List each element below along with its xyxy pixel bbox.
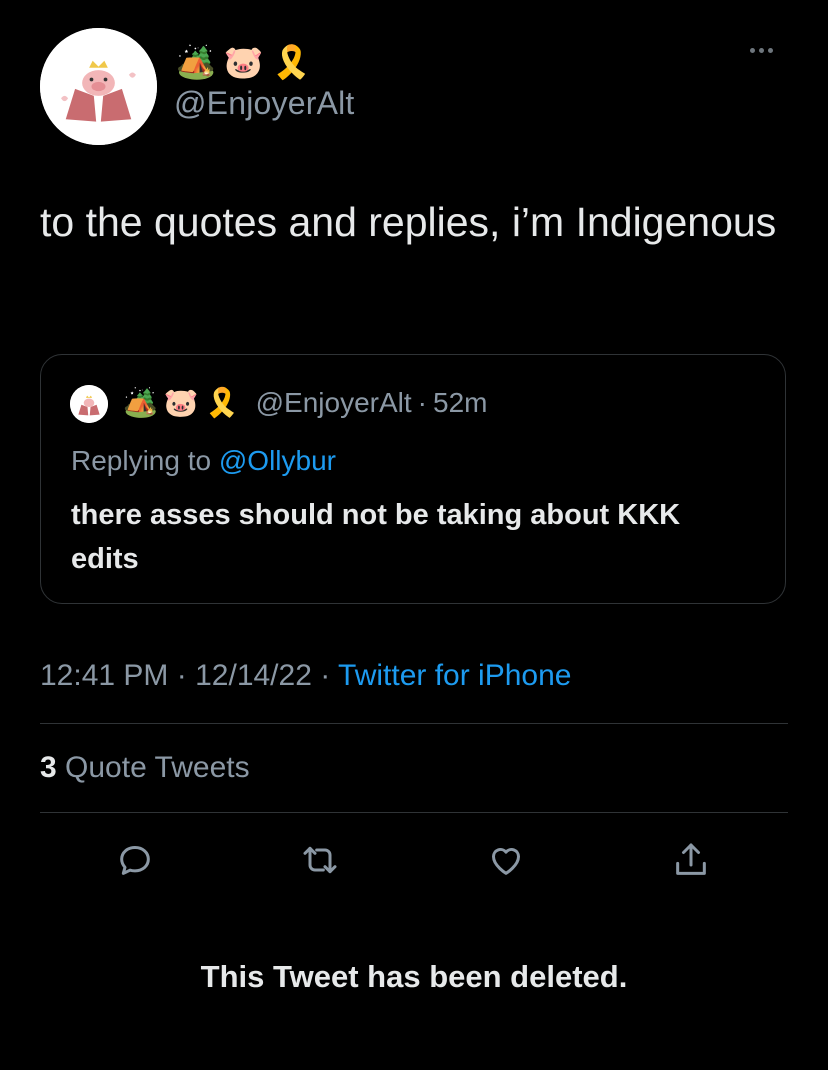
pig-avatar-image (40, 28, 157, 145)
quoted-separator: · (417, 387, 427, 418)
replying-to-line: Replying to @Ollybur (71, 441, 336, 481)
share-icon[interactable] (669, 838, 713, 882)
deleted-tweet-notice: This Tweet has been deleted. (200, 959, 628, 994)
tweet-time[interactable]: 12:41 PM (40, 659, 168, 692)
quote-tweets-stat[interactable]: 3 Quote Tweets (40, 746, 250, 790)
quoted-tweet-text: there asses should not be taking about K… (71, 499, 681, 575)
divider (40, 812, 788, 813)
ribbon-emoji: 🎗️ (271, 44, 312, 80)
tweet-metadata: 12:41 PM · 12/14/22 · Twitter for iPhone (40, 654, 571, 698)
retweet-icon[interactable] (298, 838, 342, 882)
author-avatar[interactable] (40, 28, 157, 145)
quoted-tweet-header: 🏕️ 🐷 🎗️ @EnjoyerAlt · 52m (123, 383, 487, 423)
display-name-emojis: 🏕️ 🐷 🎗️ (176, 42, 312, 82)
like-icon[interactable] (484, 838, 528, 882)
quoted-timestamp: 52m (433, 387, 488, 418)
quote-count: 3 (40, 751, 57, 784)
replying-prefix: Replying to (71, 445, 212, 476)
pig-emoji: 🐷 (223, 44, 264, 80)
meta-separator: · (320, 659, 331, 692)
pig-avatar-image-small (70, 385, 108, 423)
replying-to-link[interactable]: @Ollybur (219, 445, 336, 476)
camping-emoji: 🏕️ (123, 387, 158, 418)
reply-icon[interactable] (113, 838, 157, 882)
divider (40, 723, 788, 724)
camping-emoji: 🏕️ (176, 44, 216, 80)
pig-emoji: 🐷 (163, 387, 199, 418)
author-handle[interactable]: @EnjoyerAlt (174, 85, 355, 122)
meta-separator: · (176, 659, 187, 692)
ribbon-emoji: 🎗️ (204, 387, 240, 418)
quoted-tweet-card[interactable]: 🏕️ 🐷 🎗️ @EnjoyerAlt · 52m Replying to @O… (40, 354, 786, 604)
quoted-author-avatar[interactable] (70, 385, 108, 423)
tweet-text: to the quotes and replies, i’m Indigenou… (40, 199, 777, 245)
tweet-date[interactable]: 12/14/22 (195, 659, 312, 692)
quote-count-label: Quote Tweets (65, 751, 250, 784)
tweet-source-link[interactable]: Twitter for iPhone (338, 659, 571, 692)
more-options-icon[interactable] (750, 48, 773, 53)
quoted-author-handle[interactable]: @EnjoyerAlt (256, 383, 412, 423)
